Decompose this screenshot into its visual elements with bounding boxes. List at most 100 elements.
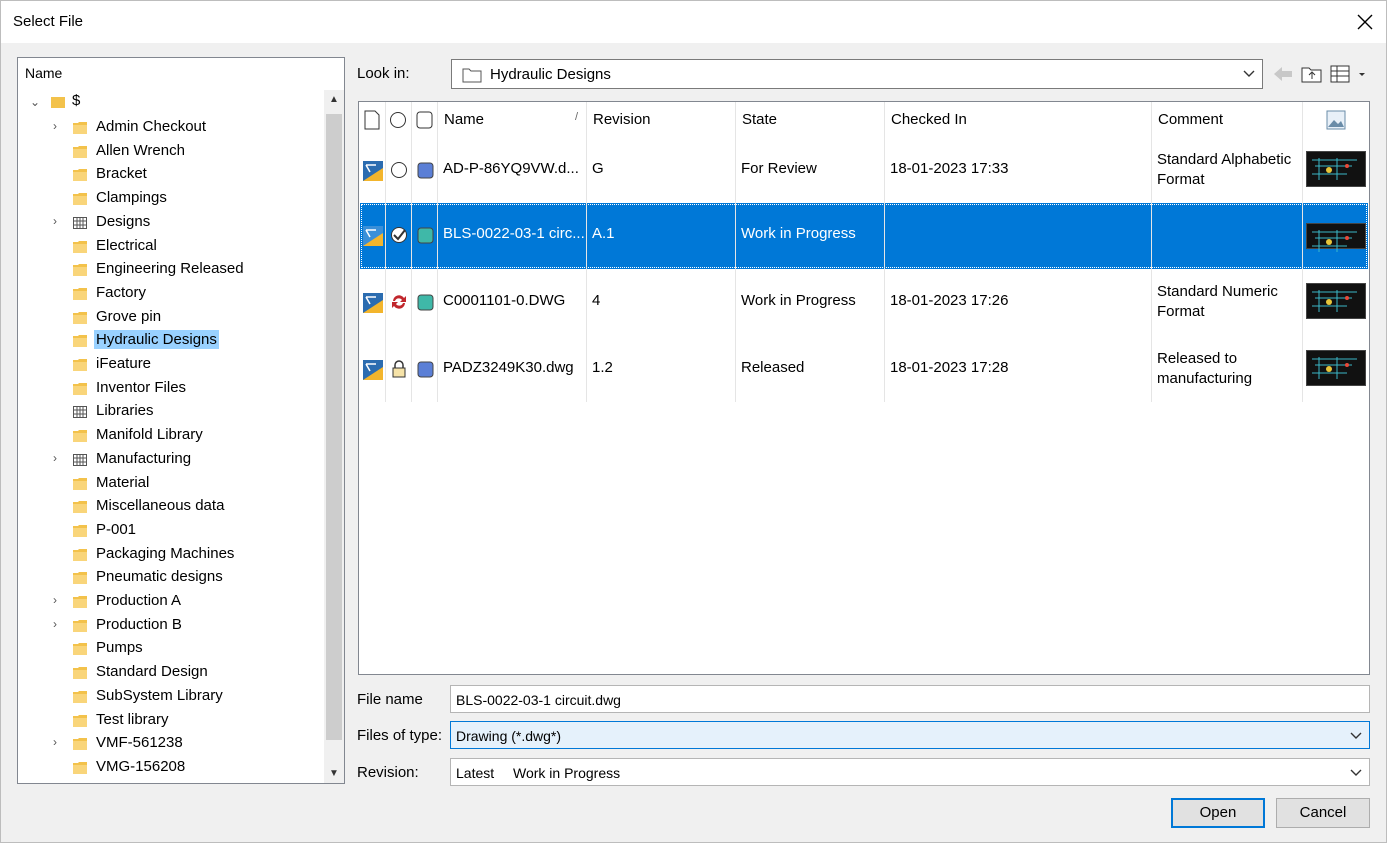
- tree-item-label: Clampings: [96, 189, 167, 207]
- file-list: Name / Revision State Checked In Comment …: [358, 101, 1370, 675]
- library-icon: [72, 403, 88, 423]
- tree-item-label: Admin Checkout: [96, 118, 207, 135]
- tree-item[interactable]: Pneumatic designs: [18, 564, 323, 588]
- col-status[interactable]: [386, 102, 411, 138]
- tree-item[interactable]: VMG-156208: [18, 754, 323, 778]
- col-checked-in[interactable]: Checked In: [885, 102, 1151, 138]
- tree-item-label: Pumps: [96, 639, 143, 657]
- expand-chevron-icon[interactable]: ›: [48, 119, 62, 133]
- up-folder-icon[interactable]: [1300, 63, 1324, 85]
- folder-icon: [72, 593, 88, 613]
- view-menu-icon[interactable]: [1329, 63, 1369, 85]
- tree-item[interactable]: Material: [18, 470, 323, 494]
- filename-label: File name: [357, 691, 423, 708]
- tree-root[interactable]: ⌄ $: [18, 90, 323, 114]
- expand-chevron-icon[interactable]: ›: [48, 735, 62, 749]
- folder-icon: [72, 640, 88, 660]
- tree-item[interactable]: Electrical: [18, 233, 323, 257]
- revision-value-latest: Latest: [456, 765, 495, 781]
- tree-item-label: iFeature: [96, 355, 152, 372]
- expand-chevron-icon[interactable]: ›: [48, 617, 62, 631]
- tree-item[interactable]: SubSystem Library: [18, 683, 323, 707]
- folder-icon: [72, 759, 88, 779]
- col-filetype[interactable]: [359, 102, 385, 138]
- checked-out-icon: [390, 226, 408, 248]
- tree-column-header[interactable]: Name: [25, 65, 62, 81]
- tree-item-label: Factory: [96, 283, 147, 301]
- tree-item[interactable]: Miscellaneous data: [18, 493, 323, 517]
- expand-chevron-icon[interactable]: ›: [48, 451, 62, 465]
- folder-icon: [72, 688, 88, 708]
- tree-item[interactable]: › Manufacturing: [18, 446, 323, 470]
- sync-icon: [390, 293, 408, 315]
- file-state: Work in Progress: [741, 292, 856, 309]
- col-state[interactable]: State: [736, 102, 884, 138]
- revision-value-state: Work in Progress: [513, 765, 621, 781]
- lookin-label: Look in:: [357, 65, 410, 82]
- tree-item[interactable]: Pumps: [18, 635, 323, 659]
- tree-item-label: Manufacturing: [96, 449, 192, 467]
- collapse-icon[interactable]: ⌄: [28, 95, 42, 109]
- tree-item[interactable]: Factory: [18, 280, 323, 304]
- file-row[interactable]: AD-P-86YQ9VW.d... G For Review 18-01-2023 1…: [360, 138, 1368, 204]
- file-row[interactable]: PADZ3249K30.dwg 1.2 Released 18-01-2023 17:…: [360, 337, 1368, 403]
- tree-item[interactable]: › Production A: [18, 588, 323, 612]
- tree-scrollbar[interactable]: ▲ ▼: [324, 90, 344, 783]
- tree-item[interactable]: Engineering Released: [18, 256, 323, 280]
- lookin-dropdown[interactable]: Hydraulic Designs: [451, 59, 1263, 89]
- col-state-color[interactable]: [412, 102, 437, 138]
- file-revision: 4: [592, 292, 601, 309]
- tree-item-label: Designs: [96, 212, 151, 230]
- file-row[interactable]: BLS-0022-03-1 circ... A.1 Work in Progress: [360, 203, 1368, 269]
- scroll-down-icon[interactable]: ▼: [327, 767, 341, 781]
- tree-item[interactable]: Test library: [18, 707, 323, 731]
- tree-item-label: Production A: [96, 592, 182, 609]
- tree-item[interactable]: Packaging Machines: [18, 541, 323, 565]
- filetype-select[interactable]: Drawing (*.dwg*): [450, 721, 1370, 749]
- tree-item[interactable]: iFeature: [18, 351, 323, 375]
- tree-item[interactable]: › VMF-561238: [18, 730, 323, 754]
- cancel-button[interactable]: Cancel: [1276, 798, 1370, 828]
- col-revision[interactable]: Revision: [587, 102, 735, 138]
- state-color-icon: [417, 227, 435, 249]
- folder-icon: [72, 190, 88, 210]
- expand-chevron-icon[interactable]: ›: [48, 214, 62, 228]
- tree-item[interactable]: Inventor Files: [18, 375, 323, 399]
- tree-item[interactable]: › Admin Checkout: [18, 114, 323, 138]
- tree-scroll-thumb[interactable]: [326, 114, 342, 740]
- col-comment[interactable]: Comment: [1152, 102, 1302, 138]
- tree-item[interactable]: P-001: [18, 517, 323, 541]
- tree-item[interactable]: Hydraulic Designs: [18, 327, 323, 351]
- file-row[interactable]: C0001101-0.DWG 4 Work in Progress 18-01-202…: [360, 270, 1368, 336]
- tree-item[interactable]: Clampings: [18, 185, 323, 209]
- tree-item[interactable]: Bracket: [18, 161, 323, 185]
- tree-item-label: Engineering Released: [96, 260, 244, 278]
- back-icon[interactable]: [1271, 63, 1295, 85]
- tree-item[interactable]: › Designs: [18, 209, 323, 233]
- close-icon[interactable]: [1352, 9, 1378, 35]
- tree-item-label: Miscellaneous data: [96, 497, 225, 515]
- revision-select[interactable]: Latest Work in Progress: [450, 758, 1370, 786]
- tree-item-label: Production B: [96, 615, 182, 633]
- folder-icon: [72, 569, 88, 589]
- folder-icon: [72, 261, 88, 281]
- col-name[interactable]: Name /: [438, 102, 586, 138]
- col-thumbnail[interactable]: [1303, 102, 1369, 138]
- tree-item[interactable]: Manifold Library: [18, 422, 323, 446]
- file-revision: 1.2: [592, 359, 613, 376]
- tree-item[interactable]: › Production B: [18, 612, 323, 636]
- folder-icon: [72, 238, 88, 258]
- open-button[interactable]: Open: [1171, 798, 1265, 828]
- file-state: For Review: [741, 160, 817, 177]
- tree-item[interactable]: Allen Wrench: [18, 138, 323, 162]
- filename-input[interactable]: BLS-0022-03-1 circuit.dwg: [450, 685, 1370, 713]
- tree-item[interactable]: Grove pin: [18, 304, 323, 328]
- image-icon: [1326, 110, 1346, 130]
- library-icon: [72, 214, 88, 234]
- tree-item[interactable]: Standard Design: [18, 659, 323, 683]
- scroll-up-icon[interactable]: ▲: [327, 93, 341, 107]
- state-color-icon: [417, 361, 435, 383]
- tree-item[interactable]: Libraries: [18, 398, 323, 422]
- expand-chevron-icon[interactable]: ›: [48, 593, 62, 607]
- folder-icon: [72, 546, 88, 566]
